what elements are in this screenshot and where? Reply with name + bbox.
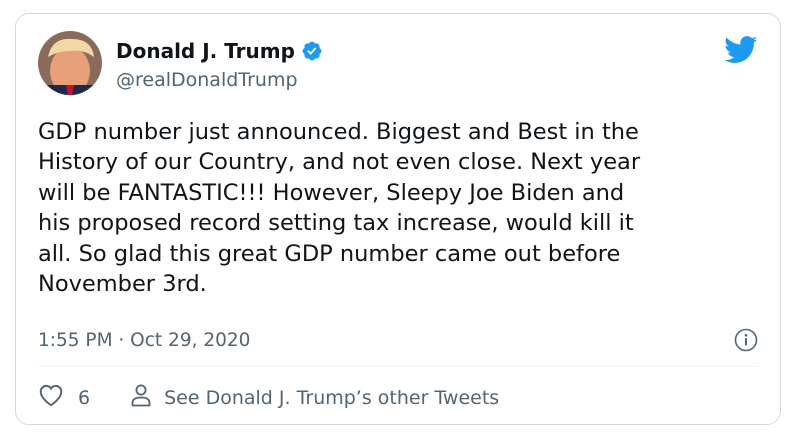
- verified-badge-icon: [301, 40, 323, 62]
- tweet-timestamp[interactable]: 1:55 PM · Oct 29, 2020: [38, 329, 250, 353]
- tweet-text: GDP number just announced. Biggest and B…: [38, 119, 641, 298]
- info-icon[interactable]: [734, 328, 758, 352]
- like-count: 6: [78, 387, 91, 409]
- divider: [38, 366, 758, 367]
- avatar[interactable]: [38, 31, 102, 95]
- like-button[interactable]: 6: [38, 383, 90, 413]
- author-display-name[interactable]: Donald J. Trump: [116, 38, 295, 64]
- tweet-card: Donald J. Trump @realDonaldTrump GDP num…: [15, 13, 781, 425]
- person-icon: [130, 383, 152, 413]
- see-other-tweets-button[interactable]: See Donald J. Trump’s other Tweets: [130, 383, 499, 413]
- see-other-tweets-label: See Donald J. Trump’s other Tweets: [164, 387, 500, 409]
- heart-icon: [38, 383, 64, 413]
- twitter-bird-icon[interactable]: [724, 36, 758, 64]
- author-handle[interactable]: @realDonaldTrump: [116, 68, 298, 92]
- avatar-image: [38, 31, 102, 95]
